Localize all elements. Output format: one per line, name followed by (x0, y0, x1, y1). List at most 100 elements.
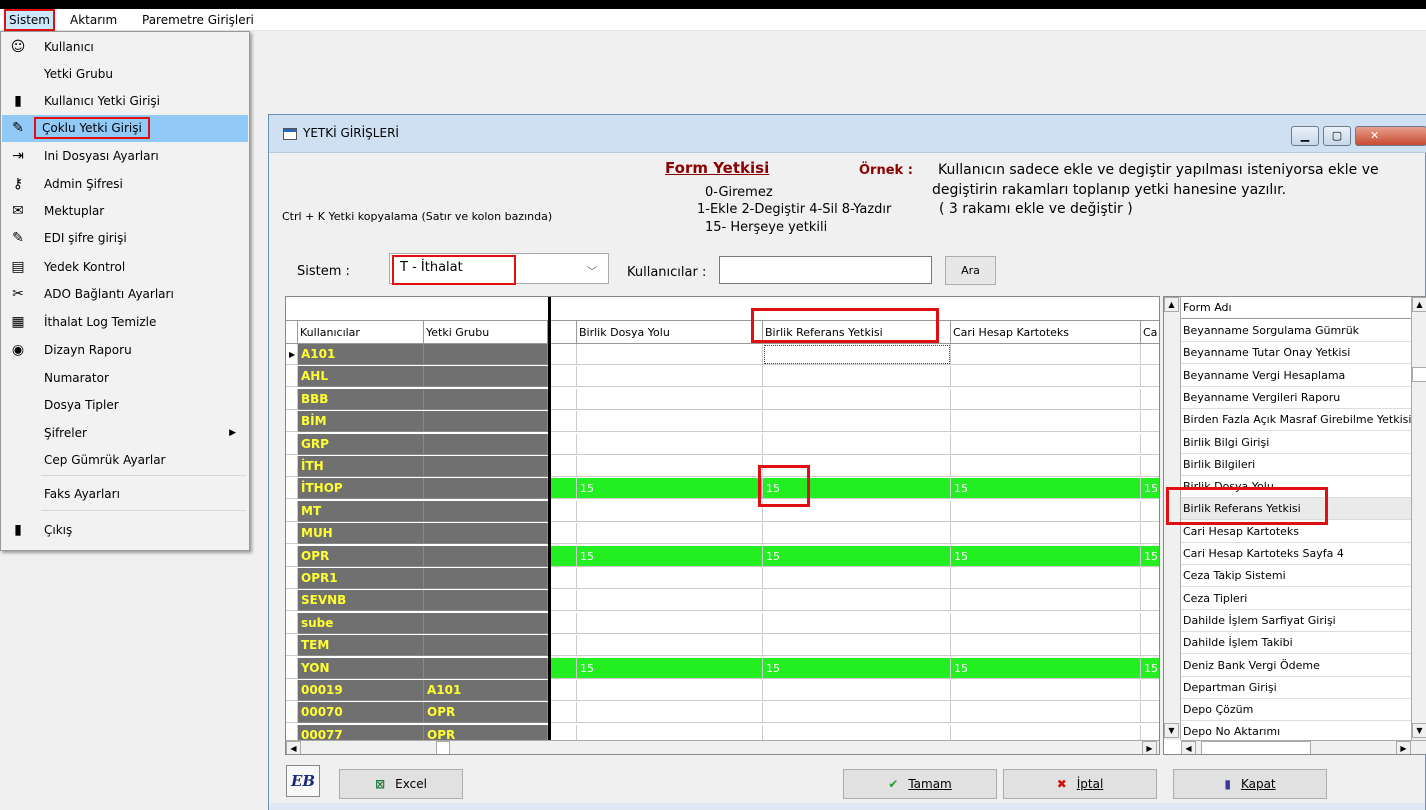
cell-group[interactable]: OPR (424, 702, 548, 724)
cell-value[interactable] (763, 680, 951, 701)
list-item[interactable]: Birlik Bilgi Girişi (1181, 432, 1411, 454)
cell-value[interactable] (763, 433, 951, 455)
cell-value[interactable]: 15 (577, 478, 763, 500)
cell-value[interactable]: 15 (763, 478, 951, 500)
row-indicator[interactable] (286, 456, 298, 477)
cell-value[interactable] (951, 568, 1141, 589)
minimize-button[interactable]: ▁ (1291, 126, 1319, 146)
cell-value[interactable] (763, 568, 951, 589)
menu-item-1[interactable]: ☺ Kullanıcı (2, 34, 248, 61)
cell-value[interactable] (1141, 456, 1159, 477)
cell-value[interactable] (951, 612, 1141, 634)
cell-value[interactable] (577, 433, 763, 455)
row-indicator[interactable] (286, 680, 298, 701)
column-header-yetki-grubu[interactable]: Yetki Grubu (424, 321, 548, 344)
cell-group[interactable] (424, 657, 548, 679)
list-item[interactable]: Cari Hesap Kartoteks Sayfa 4 (1181, 543, 1411, 565)
cell-blank[interactable] (551, 411, 577, 433)
cell-value[interactable] (1141, 702, 1159, 724)
cell-value[interactable] (577, 388, 763, 410)
scroll-thumb[interactable] (1201, 741, 1311, 754)
row-indicator[interactable] (286, 568, 298, 589)
menu-parametre-girisleri[interactable]: Paremetre Girişleri (139, 11, 257, 29)
menu-item-3[interactable]: ▮ Kullanıcı Yetki Girişi (2, 88, 248, 115)
table-row[interactable]: YON 15 15 15 15 (286, 657, 1159, 679)
cell-blank[interactable] (551, 635, 577, 657)
list-item[interactable]: Beyanname Tutar Onay Yetkisi (1181, 342, 1411, 365)
table-row[interactable]: İTH (286, 456, 1159, 477)
cell-blank[interactable] (551, 433, 577, 455)
cell-blank[interactable] (551, 523, 577, 545)
cell-group[interactable] (424, 456, 548, 477)
cell-group[interactable] (424, 433, 548, 455)
form-list-left-scrollbar[interactable]: ▲ ▼ (1164, 297, 1181, 740)
cell-value[interactable] (577, 680, 763, 701)
menu-item-13[interactable]: Numarator (2, 365, 248, 392)
chevron-down-icon[interactable]: ﹀ (587, 263, 597, 278)
cell-group[interactable] (424, 545, 548, 567)
table-row[interactable]: SEVNB (286, 590, 1159, 612)
scroll-up-icon[interactable]: ▲ (1164, 297, 1179, 312)
cell-value[interactable] (577, 411, 763, 433)
menu-item-5[interactable]: ⇥ Ini Dosyası Ayarları (2, 143, 248, 170)
cell-blank[interactable] (551, 500, 577, 522)
cell-value[interactable] (1141, 501, 1159, 522)
cell-blank[interactable] (551, 612, 577, 634)
cell-value[interactable]: 15 (951, 478, 1141, 500)
scroll-right-icon[interactable]: ▶ (1142, 741, 1157, 754)
list-item[interactable]: Dahilde İşlem Sarfiyat Girişi (1181, 610, 1411, 632)
cell-user[interactable]: AHL (298, 366, 424, 388)
cell-user[interactable]: YON (298, 657, 424, 679)
cell-group[interactable] (424, 478, 548, 500)
list-item[interactable]: Dahilde İşlem Takibi (1181, 632, 1411, 655)
form-list-header[interactable]: Form Adı (1181, 297, 1411, 319)
cell-value[interactable] (763, 344, 951, 365)
maximize-button[interactable]: ▢ (1323, 126, 1351, 146)
cell-user[interactable]: GRP (298, 433, 424, 455)
cell-user[interactable]: MT (298, 500, 424, 522)
menu-item-16[interactable]: Cep Gümrük Ayarlar (2, 447, 248, 474)
list-item[interactable]: Beyanname Vergileri Raporu (1181, 387, 1411, 409)
cell-value[interactable] (1141, 523, 1159, 545)
cell-value[interactable]: 15 (951, 657, 1141, 679)
menu-item-6[interactable]: ⚷ Admin Şifresi (2, 171, 248, 198)
row-indicator[interactable] (286, 366, 298, 388)
cell-value[interactable] (763, 702, 951, 724)
table-row[interactable]: AHL (286, 366, 1159, 388)
cell-user[interactable]: TEM (298, 635, 424, 657)
cell-group[interactable] (424, 523, 548, 545)
cell-blank[interactable] (551, 344, 577, 365)
menu-item-17[interactable]: Faks Ayarları (2, 481, 248, 508)
menu-item-8[interactable]: ✎ EDI şifre girişi (2, 225, 248, 252)
menu-item-2[interactable]: Yetki Grubu (2, 61, 248, 88)
cell-blank[interactable] (551, 590, 577, 612)
row-indicator[interactable] (286, 635, 298, 657)
row-indicator[interactable] (286, 478, 298, 500)
cell-user[interactable]: BBB (298, 388, 424, 410)
cell-value[interactable]: 15 (1141, 478, 1159, 500)
cell-value[interactable] (577, 590, 763, 612)
list-item[interactable]: Ceza Takip Sistemi (1181, 565, 1411, 588)
form-list-right-scrollbar[interactable]: ▲ ▼ (1411, 297, 1426, 740)
tamam-button[interactable]: ✔ Tamam (843, 769, 997, 799)
cell-value[interactable] (951, 590, 1141, 612)
cell-group[interactable] (424, 366, 548, 388)
cell-value[interactable]: 15 (577, 545, 763, 567)
excel-button[interactable]: ⊠ Excel (339, 769, 463, 799)
cell-value[interactable]: 15 (763, 545, 951, 567)
cell-value[interactable] (1141, 635, 1159, 657)
cell-value[interactable] (1141, 366, 1159, 388)
cell-value[interactable] (577, 456, 763, 477)
menu-aktarim[interactable]: Aktarım (67, 11, 120, 29)
scroll-right-icon[interactable]: ▶ (1396, 741, 1411, 754)
table-row[interactable]: BİM (286, 411, 1159, 433)
scroll-left-icon[interactable]: ◀ (286, 741, 301, 754)
cell-blank[interactable] (551, 545, 577, 567)
cell-user[interactable]: İTH (298, 456, 424, 477)
cell-value[interactable] (1141, 344, 1159, 365)
cell-value[interactable] (951, 635, 1141, 657)
cell-group[interactable] (424, 344, 548, 365)
list-item[interactable]: Beyanname Sorgulama Gümrük (1181, 320, 1411, 342)
cell-value[interactable] (1141, 613, 1159, 634)
cell-value[interactable]: 15 (577, 657, 763, 679)
